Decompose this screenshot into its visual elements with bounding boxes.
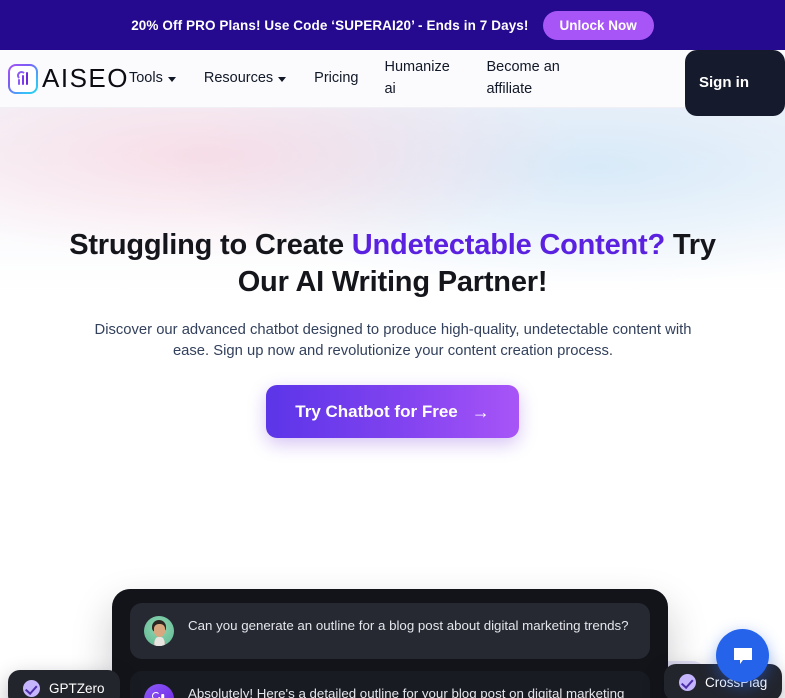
aiseo-bot-avatar bbox=[144, 684, 174, 698]
title-segment: Struggling to Create bbox=[69, 229, 352, 261]
detector-badge-gptzero[interactable]: GPTZero bbox=[8, 670, 120, 698]
chevron-down-icon bbox=[167, 76, 176, 82]
chat-preview-window: Can you generate an outline for a blog p… bbox=[112, 589, 668, 698]
hero-section: Struggling to Create Undetectable Conten… bbox=[0, 108, 785, 698]
nav-item-label: Tools bbox=[128, 69, 163, 86]
page-title: Struggling to Create Undetectable Conten… bbox=[60, 227, 725, 300]
hero-subtitle: Discover our advanced chatbot designed t… bbox=[94, 322, 692, 360]
chat-message-user: Can you generate an outline for a blog p… bbox=[130, 603, 650, 659]
unlock-now-button[interactable]: Unlock Now bbox=[542, 10, 654, 40]
landing-page: 20% Off PRO Plans! Use Code ‘SUPERAI20’ … bbox=[0, 0, 785, 698]
chevron-down-icon bbox=[278, 76, 287, 82]
nav-item-tools[interactable]: Tools bbox=[129, 68, 176, 89]
logo-text: AISEO bbox=[42, 63, 129, 93]
cta-label: Try Chatbot for Free bbox=[295, 401, 458, 421]
nav-item-pricing[interactable]: Pricing bbox=[314, 68, 358, 89]
chat-message-bot: Absolutely! Here's a detailed outline fo… bbox=[130, 671, 650, 698]
chat-message-text: Absolutely! Here's a detailed outline fo… bbox=[188, 686, 625, 698]
chat-bubble-icon bbox=[733, 647, 752, 664]
promo-banner-text: 20% Off PRO Plans! Use Code ‘SUPERAI20’ … bbox=[131, 17, 529, 33]
nav-item-resources[interactable]: Resources bbox=[203, 68, 287, 89]
title-accent: Undetectable Content? bbox=[351, 229, 665, 261]
nav-item-become-an-affiliate[interactable]: Become an affiliate bbox=[486, 57, 576, 99]
check-circle-icon bbox=[679, 674, 696, 691]
try-chatbot-for-free-button[interactable]: Try Chatbot for Free → bbox=[266, 385, 519, 438]
chat-message-text: Can you generate an outline for a blog p… bbox=[188, 618, 629, 633]
check-circle-icon bbox=[23, 680, 40, 697]
nav-item-label: Humanize ai bbox=[384, 59, 450, 97]
nav-item-humanize-ai[interactable]: Humanize ai bbox=[384, 57, 456, 99]
aiseo-chart-logo-icon bbox=[8, 63, 38, 94]
support-chat-button[interactable] bbox=[716, 629, 769, 682]
detector-badge-label: GPTZero bbox=[49, 681, 105, 696]
promo-banner: 20% Off PRO Plans! Use Code ‘SUPERAI20’ … bbox=[0, 0, 785, 50]
logo[interactable]: AISEO bbox=[0, 63, 129, 94]
sign-in-button[interactable]: Sign in bbox=[685, 50, 785, 116]
user-photo-avatar bbox=[144, 616, 174, 646]
nav-item-label: Pricing bbox=[314, 69, 359, 86]
site-header: AISEO Tools Resources Pricing Humanize a… bbox=[0, 50, 785, 116]
arrow-right-icon: → bbox=[471, 401, 490, 422]
nav-item-label: Become an affiliate bbox=[486, 59, 560, 97]
nav-item-label: Resources bbox=[203, 69, 274, 86]
